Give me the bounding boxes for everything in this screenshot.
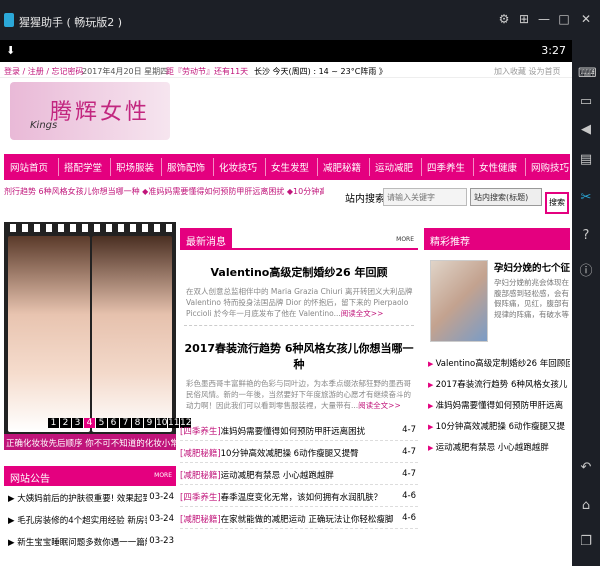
gift-icon[interactable]: ⊞ — [516, 12, 532, 26]
site-logo[interactable]: 腾辉女性 Kings — [10, 82, 170, 140]
search-input[interactable] — [383, 188, 467, 206]
news-list-item[interactable]: [减肥秘籍]在家就能做的减肥运动 正确玩法让你轻松瘦脚 4-6 — [180, 507, 418, 529]
recommend-item[interactable]: 10分钟高效减肥操 6动作瘦腿又提 — [428, 415, 570, 436]
search-button[interactable]: 搜索 — [545, 192, 569, 214]
recommend-item[interactable]: 2017春装流行趋势 6种风格女孩儿 — [428, 373, 570, 394]
emulator-sidebar: ⌨ ▭ ◀ ▤ ✂ ? ⓘ ↶ ⌂ ❐ — [572, 40, 600, 566]
slide-page[interactable]: 2 — [60, 418, 71, 428]
recommend-item[interactable]: Valentino高级定制婚纱26 年回顾回 — [428, 352, 570, 373]
list-item[interactable]: ▶ 毛孔房装修的4个超实用经验 新房装 03-24 — [4, 508, 176, 530]
read-more-link[interactable]: 阅读全文>> — [358, 401, 401, 410]
recommend-panel: 精彩推荐 孕妇分娩的七个征 孕妇分娩前兆会体现在腹部感到轻松感，会有假阵痛，见红… — [424, 228, 570, 566]
nav-item[interactable]: 搭配学堂 — [64, 160, 102, 174]
nav-item[interactable]: 运动减肥 — [375, 160, 413, 174]
read-more-link[interactable]: 阅读全文>> — [341, 309, 384, 318]
nav-item[interactable]: 减肥秘籍 — [323, 160, 361, 174]
scissors-icon[interactable]: ✂ — [578, 190, 594, 206]
news-list-item[interactable]: [减肥秘籍]10分钟高效减肥操 6动作瘦腿又提臀 4-7 — [180, 441, 418, 463]
news-header: 最新消息 MORE — [180, 228, 418, 250]
latest-news-panel: 最新消息 MORE Valentino高级定制婚纱26 年回顾 在双人创意总监相… — [180, 228, 418, 566]
featured-headline[interactable]: Valentino高级定制婚纱26 年回顾 — [180, 264, 418, 280]
webpage: 登录 / 注册 / 忘记密码 2017年4月20日 星期四 距『劳动节』还有11… — [0, 62, 572, 566]
keyboard-icon[interactable]: ⌨ — [578, 66, 597, 82]
search-scope-select[interactable]: 站内搜索(标题) — [470, 188, 542, 206]
login-links[interactable]: 登录 / 注册 / 忘记密码 — [4, 66, 84, 77]
slide-page[interactable]: 7 — [120, 418, 131, 428]
recommend-list: Valentino高级定制婚纱26 年回顾回 2017春装流行趋势 6种风格女孩… — [428, 352, 570, 457]
window-title: 猩猩助手 ( 畅玩版2 ) — [19, 16, 123, 29]
nav-item[interactable]: 网站首页 — [10, 160, 48, 174]
recommend-title: 精彩推荐 — [424, 228, 570, 250]
notice-panel: 网站公告 MORE ▶ 大姨妈前后的护肤很重要! 效果起到 03-24 ▶ 毛孔房… — [4, 466, 176, 566]
favorite-links[interactable]: 加入收藏 设为首页 — [494, 66, 561, 77]
slide-image-left — [8, 236, 90, 432]
featured-summary: 彩色墨西哥丰富鲜艳的色彩与同叶边，为本季点缀浓郁狂野的墨西哥民俗风情。新的一年後… — [186, 379, 411, 410]
slide-page[interactable]: 6 — [108, 418, 119, 428]
slide-page[interactable]: 10 — [156, 418, 167, 428]
nav-item[interactable]: 职场服装 — [116, 160, 154, 174]
notice-title: 网站公告 — [10, 474, 50, 485]
list-item[interactable]: ▶ 新生宝宝睡眠问题多数你遇一一篇解 03-23 — [4, 530, 176, 552]
nav-item[interactable]: 四季养生 — [427, 160, 465, 174]
slide-page[interactable]: 9 — [144, 418, 155, 428]
shake-icon[interactable]: ▤ — [578, 152, 594, 168]
news-list-item[interactable]: [减肥秘籍]运动减肥有禁忌 小心越跑越胖 4-7 — [180, 463, 418, 485]
volume-icon[interactable]: ◀ — [578, 122, 594, 138]
app-icon — [4, 13, 14, 27]
holiday-countdown: 距『劳动节』还有11天 — [166, 67, 249, 76]
settings-icon[interactable]: ⚙ — [496, 12, 512, 26]
recommend-feature-title[interactable]: 孕妇分娩的七个征 — [494, 260, 570, 274]
slide-image-right — [92, 236, 172, 432]
nav-item[interactable]: 服饰配饰 — [167, 160, 205, 174]
list-item[interactable]: ▶ 大姨妈前后的护肤很重要! 效果起到 03-24 — [4, 486, 176, 508]
featured-headline[interactable]: 2017春装流行趋势 6种风格女孩儿你想当哪一种 — [180, 340, 418, 372]
news-list-item[interactable]: [四季养生]春季温度变化无常，该如何拥有水润肌肤？ 4-6 — [180, 485, 418, 507]
slide-page[interactable]: 5 — [96, 418, 107, 428]
top-links-bar: 登录 / 注册 / 忘记密码 2017年4月20日 星期四 距『劳动节』还有11… — [0, 62, 572, 78]
help-icon[interactable]: ? — [578, 228, 594, 244]
android-status-bar: ⬇ 3:27 — [0, 40, 572, 62]
recommend-item[interactable]: 准妈妈需要懂得如何预防甲肝远离 — [428, 394, 570, 415]
info-icon[interactable]: ⓘ — [578, 264, 594, 280]
close-icon[interactable]: ✕ — [578, 12, 594, 26]
window-titlebar: 猩猩助手 ( 畅玩版2 ) ⚙ ⊞ — □ ✕ — [0, 0, 600, 40]
recommend-item[interactable]: 运动减肥有禁忌 小心越跑越胖 — [428, 436, 570, 457]
news-title: 最新消息 — [180, 228, 232, 250]
recommend-image[interactable] — [430, 260, 488, 342]
minimize-icon[interactable]: — — [536, 12, 552, 26]
news-ticker[interactable]: 剂行趋势 6种风格女孩儿你想当哪一种 ◆准妈妈需要懂得如何预防甲肝远离困扰 ◆1… — [4, 186, 324, 206]
date-text: 2017年4月20日 星期四 — [82, 67, 169, 76]
slide-pager: 1 2 3 4 5 6 7 8 9 101112 — [48, 418, 192, 428]
recommend-feature-desc: 孕妇分娩前兆会体现在腹部感到轻松感，会有假阵痛，见红，腹部有规律的阵痛，有破水等 — [494, 278, 569, 319]
news-list-item[interactable]: [四季养生]准妈妈需要懂得如何预防甲肝远离困扰 4-7 — [180, 419, 418, 441]
nav-item[interactable]: 化妆技巧 — [219, 160, 257, 174]
logo-text: 腾辉女性 — [50, 100, 151, 125]
logo-signature: Kings — [30, 120, 58, 131]
maximize-icon[interactable]: □ — [556, 12, 572, 26]
notice-more-link[interactable]: MORE — [154, 472, 172, 479]
status-time: 3:27 — [541, 44, 566, 57]
notice-header: 网站公告 MORE — [4, 466, 176, 486]
main-nav: 网站首页 搭配学堂 职场服装 服饰配饰 化妆技巧 女生发型 减肥秘籍 运动减肥 … — [4, 154, 570, 180]
featured-summary: 在双人创意总监相伴中的 Maria Grazia Chiuri 离开转团义大利品… — [186, 287, 413, 318]
nav-item[interactable]: 网购技巧 — [531, 160, 569, 174]
slide-caption[interactable]: 正确化妆妆先后顺序 你不可不知道的化妆小常 — [4, 434, 176, 450]
slide-page[interactable]: 3 — [72, 418, 83, 428]
back-icon[interactable]: ↶ — [578, 460, 594, 476]
news-more-link[interactable]: MORE — [396, 236, 414, 243]
weather-text: 长沙 今天(周四) : 14 ~ 23°C阵雨 》 — [254, 67, 387, 76]
film-holes — [4, 224, 176, 232]
screen-icon[interactable]: ▭ — [578, 94, 594, 110]
slideshow[interactable]: 1 2 3 4 5 6 7 8 9 101112 正确化妆妆先后顺序 你不可不知道的化妆小常 — [4, 222, 191, 450]
nav-item[interactable]: 女生发型 — [271, 160, 309, 174]
slide-page[interactable]: 8 — [132, 418, 143, 428]
slide-page[interactable]: 11 — [168, 418, 179, 428]
nav-item[interactable]: 女性健康 — [479, 160, 517, 174]
home-icon[interactable]: ⌂ — [578, 498, 594, 514]
slide-page-active[interactable]: 4 — [84, 418, 95, 428]
slide-page[interactable]: 1 — [48, 418, 59, 428]
search-label: 站内搜索 — [345, 194, 385, 205]
download-icon: ⬇ — [6, 44, 16, 57]
recents-icon[interactable]: ❐ — [578, 534, 594, 550]
